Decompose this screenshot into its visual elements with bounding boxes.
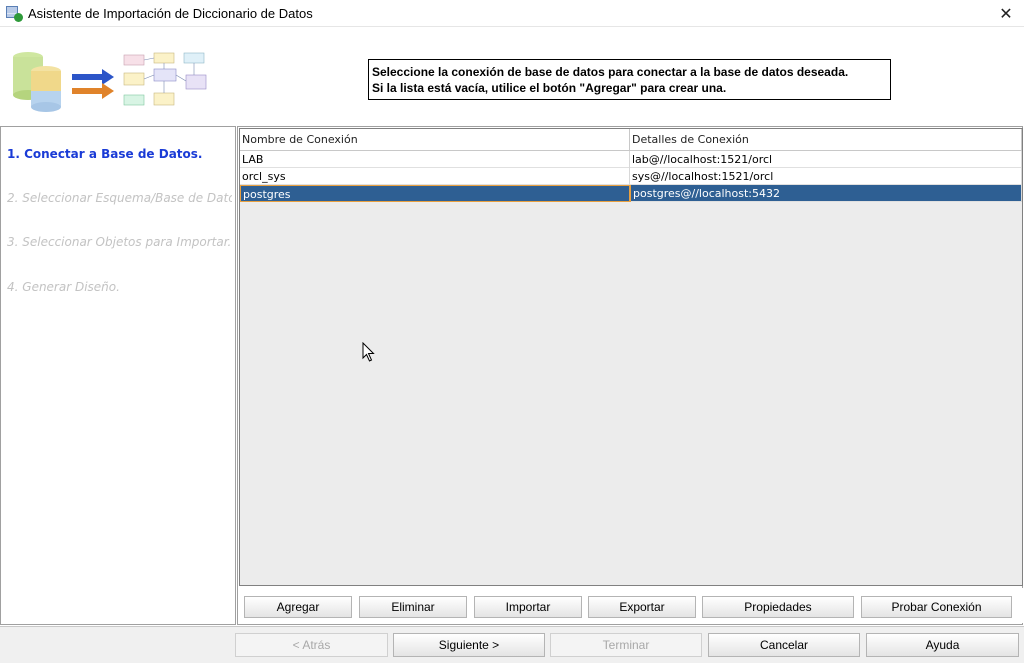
title-bar: Asistente de Importación de Diccionario … (0, 0, 1024, 26)
table-row[interactable]: orcl_sys sys@//localhost:1521/orcl (240, 168, 1022, 185)
step-select-objects: 3. Seleccionar Objetos para Importar. (7, 235, 232, 249)
connection-actions-bar: Agregar Eliminar Importar Exportar Propi… (239, 588, 1023, 623)
instruction-box: Seleccione la conexión de base de datos … (368, 59, 891, 100)
add-connection-button[interactable]: Agregar (244, 596, 352, 618)
help-button[interactable]: Ayuda (866, 633, 1019, 657)
connections-table[interactable]: Nombre de Conexión Detalles de Conexión … (239, 128, 1023, 586)
instruction-line-2: Si la lista está vacía, utilice el botón… (372, 81, 727, 95)
wizard-header: Seleccione la conexión de base de datos … (0, 26, 1024, 124)
table-header: Nombre de Conexión Detalles de Conexión (240, 129, 1022, 151)
properties-button[interactable]: Propiedades (702, 596, 854, 618)
table-row-selected[interactable]: postgres postgres@//localhost:5432 (240, 185, 1022, 202)
connection-details-cell: sys@//localhost:1521/orcl (630, 168, 1022, 185)
finish-button[interactable]: Terminar (550, 633, 702, 657)
delete-connection-button[interactable]: Eliminar (359, 596, 467, 618)
connections-pane: Nombre de Conexión Detalles de Conexión … (237, 126, 1023, 625)
step-connect[interactable]: 1. Conectar a Base de Datos. (7, 147, 232, 161)
next-button[interactable]: Siguiente > (393, 633, 545, 657)
export-connection-button[interactable]: Exportar (588, 596, 696, 618)
connection-name-cell: postgres (240, 185, 630, 202)
mouse-cursor-icon (362, 342, 375, 362)
test-connection-button[interactable]: Probar Conexión (861, 596, 1012, 618)
close-icon[interactable]: ✕ (996, 3, 1016, 23)
column-header-name[interactable]: Nombre de Conexión (240, 129, 630, 151)
window-title: Asistente de Importación de Diccionario … (28, 5, 313, 21)
back-button[interactable]: < Atrás (235, 633, 388, 657)
wizard-steps-pane: 1. Conectar a Base de Datos. 2. Seleccio… (0, 126, 236, 625)
wizard-nav-bar: < Atrás Siguiente > Terminar Cancelar Ay… (0, 626, 1024, 663)
wizard-app-icon (6, 5, 23, 22)
connection-name-cell: LAB (240, 151, 630, 168)
import-connection-button[interactable]: Importar (474, 596, 582, 618)
connection-details-cell: lab@//localhost:1521/orcl (630, 151, 1022, 168)
table-row[interactable]: LAB lab@//localhost:1521/orcl (240, 151, 1022, 168)
instruction-line-1: Seleccione la conexión de base de datos … (372, 65, 849, 79)
database-to-diagram-icon (13, 52, 207, 112)
cancel-button[interactable]: Cancelar (708, 633, 860, 657)
connection-name-cell: orcl_sys (240, 168, 630, 185)
connection-details-cell: postgres@//localhost:5432 (630, 185, 1022, 202)
step-select-schema: 2. Seleccionar Esquema/Base de Datos. (7, 191, 232, 205)
step-generate-design: 4. Generar Diseño. (7, 280, 120, 294)
column-header-details[interactable]: Detalles de Conexión (630, 129, 1022, 151)
